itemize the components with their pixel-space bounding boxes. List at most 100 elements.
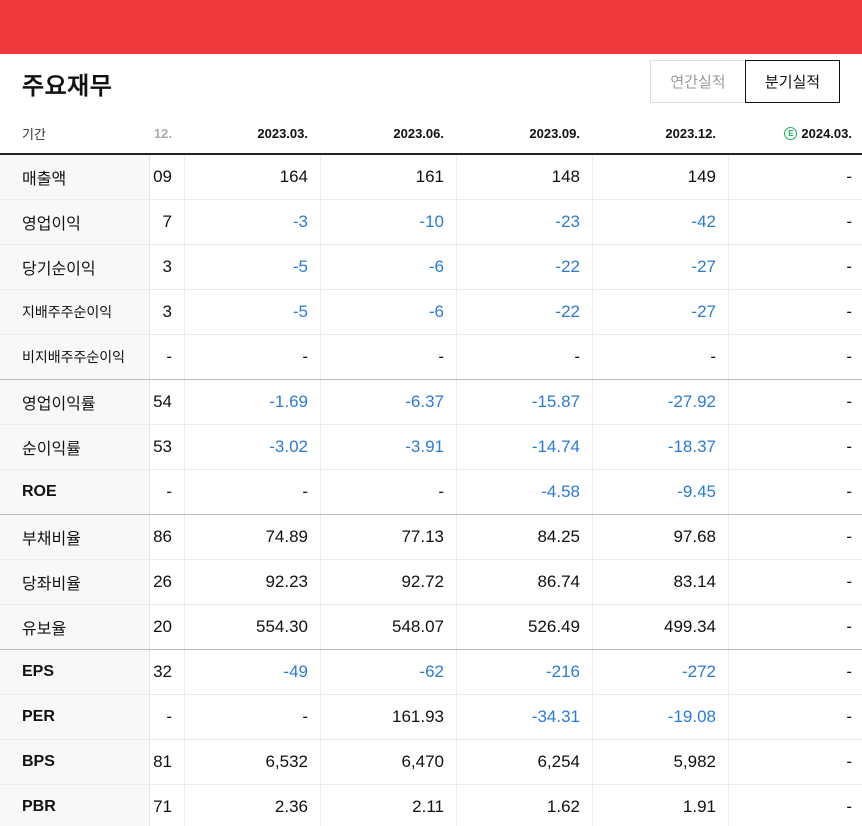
value-cell: 92.72 [401, 572, 444, 591]
section-title: 주요재무 [22, 72, 113, 100]
value-cell: -49 [283, 662, 308, 681]
value-cell: 164 [279, 167, 308, 186]
table-row: 당좌비율 26 92.23 92.72 86.74 83.14 - [0, 560, 862, 605]
value-cell: - [846, 662, 852, 681]
value-cell: -27 [691, 302, 716, 321]
value-cell: 148 [551, 167, 580, 186]
value-cell: - [438, 347, 444, 366]
value-cell: -3.91 [405, 437, 444, 456]
table-row: 지배주주순이익 3 -5 -6 -22 -27 - [0, 290, 862, 335]
value-cell: - [846, 167, 852, 186]
value-cell: 1.91 [682, 797, 716, 816]
value-cell: -14.74 [531, 437, 580, 456]
value-cell: -10 [419, 212, 444, 231]
period-header-2024-03: E 2024.03. [728, 112, 852, 155]
table-header: 기간 12. 2023.03. 2023.06. 2023.09. 2023.1… [0, 112, 862, 155]
row-label: 당좌비율 [22, 574, 81, 593]
value-cell: 554.30 [256, 617, 308, 636]
value-cell: - [846, 212, 852, 231]
table-row: 순이익률 53 -3.02 -3.91 -14.74 -18.37 - [0, 425, 862, 470]
row-label: 부채비율 [22, 529, 81, 548]
clipped-cell: 81 [153, 752, 172, 771]
value-cell: 6,532 [265, 752, 308, 771]
value-cell: - [302, 707, 308, 726]
clipped-cell: 32 [153, 662, 172, 681]
clipped-cell: 54 [153, 392, 172, 411]
value-cell: - [846, 257, 852, 276]
table-row: 유보율 20 554.30 548.07 526.49 499.34 - [0, 605, 862, 650]
table-row: PBR 71 2.36 2.11 1.62 1.91 - [0, 785, 862, 826]
value-cell: - [846, 752, 852, 771]
table-row: EPS 32 -49 -62 -216 -272 - [0, 650, 862, 695]
table-row: 부채비율 86 74.89 77.13 84.25 97.68 - [0, 515, 862, 560]
value-cell: 161.93 [392, 707, 444, 726]
row-label: ROE [22, 483, 57, 500]
value-cell: 2.36 [274, 797, 308, 816]
value-cell: -5 [292, 257, 308, 276]
clipped-cell: 3 [162, 302, 172, 321]
period-header-clipped: 12. [153, 126, 172, 141]
value-cell: -15.87 [531, 392, 580, 411]
value-cell: - [846, 572, 852, 591]
row-label: 당기순이익 [22, 259, 96, 278]
clipped-cell: - [166, 707, 172, 726]
value-cell: -4.58 [541, 482, 580, 501]
period-header-label: 기간 [22, 128, 46, 143]
row-label: PBR [22, 798, 56, 815]
value-cell: 6,254 [537, 752, 580, 771]
value-cell: 83.14 [673, 572, 716, 591]
period-header-2024-03-label: 2024.03. [801, 126, 852, 141]
clipped-cell: 3 [162, 257, 172, 276]
value-cell: - [846, 392, 852, 411]
clipped-cell: - [166, 482, 172, 501]
value-cell: -18.37 [667, 437, 716, 456]
value-cell: -42 [691, 212, 716, 231]
clipped-cell: - [166, 347, 172, 366]
value-cell: - [302, 482, 308, 501]
value-cell: -22 [555, 302, 580, 321]
value-cell: 6,470 [401, 752, 444, 771]
clipped-cell: 7 [162, 212, 172, 231]
table-row: 비지배주주순이익 - - - - - - [0, 335, 862, 380]
value-cell: -27 [691, 257, 716, 276]
value-cell: -19.08 [667, 707, 716, 726]
value-cell: -1.69 [269, 392, 308, 411]
clipped-cell: 20 [153, 617, 172, 636]
table-row: 당기순이익 3 -5 -6 -22 -27 - [0, 245, 862, 290]
value-cell: - [846, 482, 852, 501]
value-cell: 84.25 [537, 527, 580, 546]
value-cell: -23 [555, 212, 580, 231]
period-header-2023-06: 2023.06. [393, 126, 444, 141]
value-cell: - [846, 437, 852, 456]
value-cell: -34.31 [531, 707, 580, 726]
value-cell: 5,982 [673, 752, 716, 771]
value-cell: 1.62 [546, 797, 580, 816]
value-cell: 548.07 [392, 617, 444, 636]
value-cell: -6 [428, 302, 444, 321]
value-cell: - [846, 302, 852, 321]
quarterly-results-tab[interactable]: 분기실적 [745, 60, 840, 103]
clipped-cell: 09 [153, 167, 172, 186]
value-cell: - [846, 707, 852, 726]
value-cell: 2.11 [412, 797, 444, 816]
value-cell: - [302, 347, 308, 366]
clipped-cell: 26 [153, 572, 172, 591]
value-cell: - [574, 347, 580, 366]
value-cell: 499.34 [664, 617, 716, 636]
period-header-2023-12: 2023.12. [665, 126, 716, 141]
estimate-icon: E [784, 127, 798, 140]
row-label: 매출액 [22, 169, 67, 188]
annual-results-tab[interactable]: 연간실적 [650, 60, 746, 103]
value-cell: - [438, 482, 444, 501]
value-cell: -5 [292, 302, 308, 321]
table-row: 매출액 09 164 161 148 149 - [0, 155, 862, 200]
value-cell: -216 [545, 662, 580, 681]
value-cell: -62 [419, 662, 444, 681]
value-cell: 86.74 [537, 572, 580, 591]
value-cell: 161 [415, 167, 444, 186]
value-cell: - [710, 347, 716, 366]
row-label: 영업이익 [22, 214, 81, 233]
top-banner [0, 0, 862, 54]
value-cell: -9.45 [677, 482, 716, 501]
value-cell: 77.13 [401, 527, 444, 546]
